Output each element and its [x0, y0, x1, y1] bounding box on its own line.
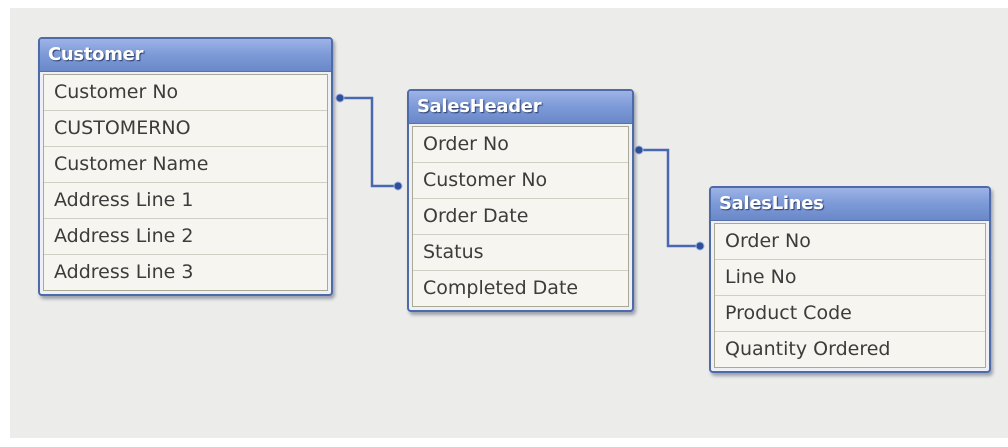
field-row[interactable]: Status	[413, 235, 628, 271]
field-row[interactable]: Address Line 3	[44, 255, 327, 290]
salesheader-table[interactable]: SalesHeader Order No Customer No Order D…	[407, 89, 634, 312]
table-title[interactable]: SalesLines	[711, 188, 989, 221]
saleslines-table[interactable]: SalesLines Order No Line No Product Code…	[709, 186, 991, 373]
field-row[interactable]: Line No	[715, 260, 985, 296]
customer-table[interactable]: Customer Customer No CUSTOMERNO Customer…	[38, 37, 333, 296]
field-row[interactable]: Address Line 1	[44, 183, 327, 219]
field-row[interactable]: Customer No	[44, 75, 327, 111]
field-list: Customer No CUSTOMERNO Customer Name Add…	[43, 74, 328, 291]
field-list: Order No Customer No Order Date Status C…	[412, 126, 629, 307]
field-row[interactable]: Customer No	[413, 163, 628, 199]
field-row[interactable]: Address Line 2	[44, 219, 327, 255]
field-row[interactable]: Order Date	[413, 199, 628, 235]
field-row[interactable]: Completed Date	[413, 271, 628, 306]
field-row[interactable]: Order No	[413, 127, 628, 163]
field-row[interactable]: Customer Name	[44, 147, 327, 183]
field-row[interactable]: CUSTOMERNO	[44, 111, 327, 147]
table-title[interactable]: Customer	[40, 39, 331, 72]
field-row[interactable]: Quantity Ordered	[715, 332, 985, 367]
table-title[interactable]: SalesHeader	[409, 91, 632, 124]
field-row[interactable]: Order No	[715, 224, 985, 260]
field-list: Order No Line No Product Code Quantity O…	[714, 223, 986, 368]
field-row[interactable]: Product Code	[715, 296, 985, 332]
